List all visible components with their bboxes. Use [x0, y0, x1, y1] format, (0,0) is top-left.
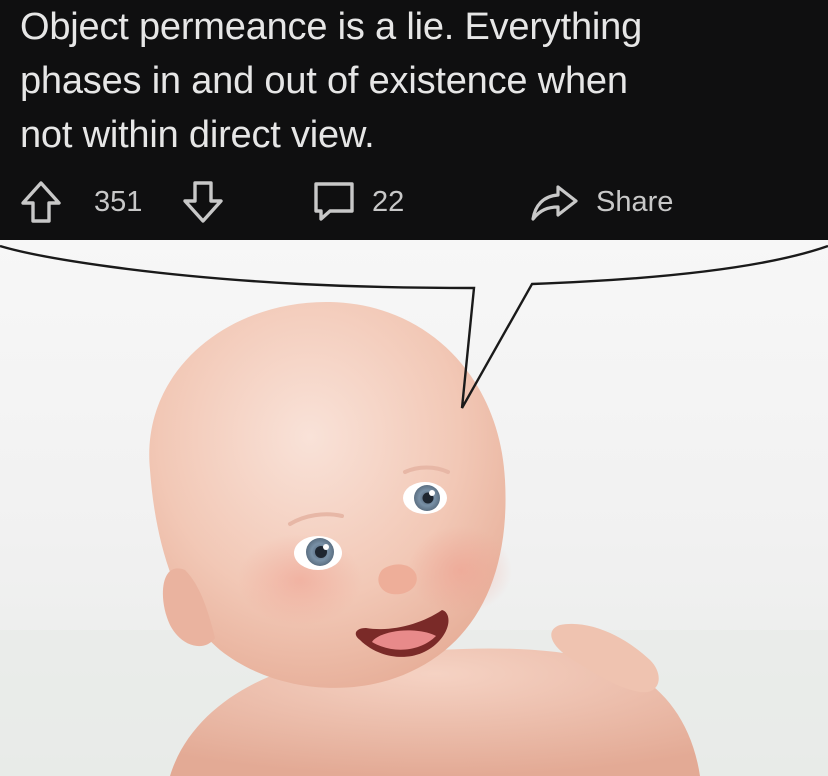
comment-bubble-icon	[314, 182, 354, 221]
post-text-line-3: not within direct view.	[20, 114, 375, 156]
comment-count: 22	[372, 185, 405, 218]
baby-photo	[0, 240, 828, 776]
vote-count: 351	[94, 185, 143, 218]
upvote-button[interactable]	[18, 176, 64, 228]
share-button[interactable]: Share	[528, 176, 673, 228]
reddit-post-screenshot: Object permeance is a lie. Everything ph…	[0, 0, 828, 240]
arrow-down-icon	[183, 181, 223, 223]
downvote-button[interactable]	[180, 176, 226, 228]
baby-eye-left	[294, 536, 342, 570]
post-text-line-1: Object permeance is a lie. Everything	[20, 6, 643, 48]
meme-image: Object permeance is a lie. Everything ph…	[0, 0, 828, 776]
share-label: Share	[596, 185, 674, 218]
post-text-line-2: phases in and out of existence when	[20, 60, 628, 102]
baby-eye-right	[403, 482, 447, 514]
share-arrow-icon	[531, 185, 578, 221]
post-text: Object permeance is a lie. Everything ph…	[20, 0, 800, 162]
post-action-bar: 351 22 Share	[18, 176, 798, 228]
comments-button[interactable]: 22	[310, 176, 404, 228]
arrow-up-icon	[21, 181, 61, 223]
